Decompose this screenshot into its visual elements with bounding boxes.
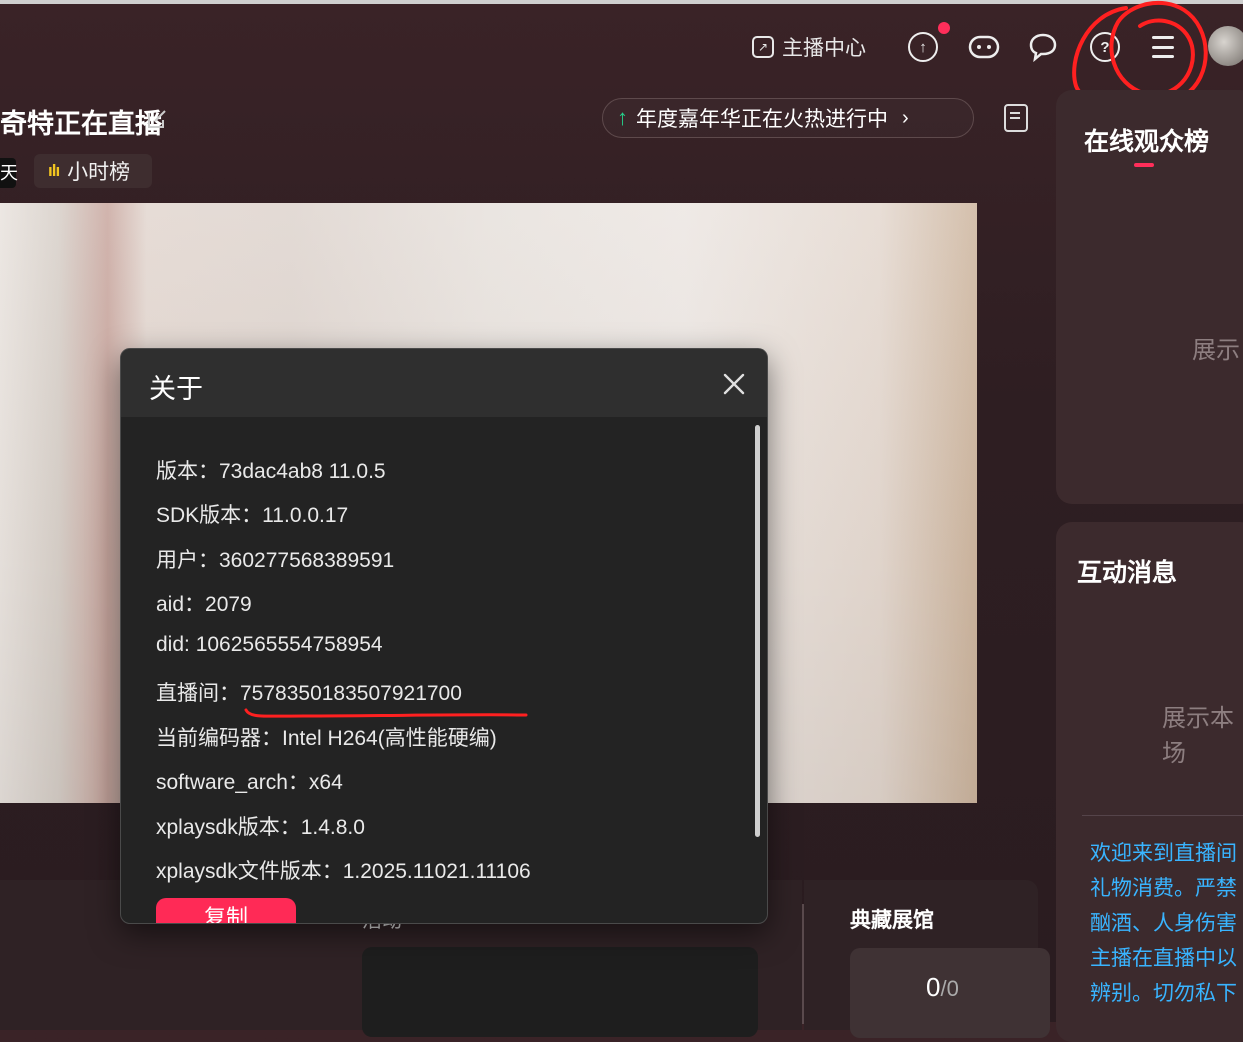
collection-title: 典藏展馆 xyxy=(850,909,934,932)
hour-rank-label: 小时榜 xyxy=(67,161,131,184)
upload-icon[interactable]: ↑ xyxy=(908,32,938,62)
copy-button[interactable]: 复制 xyxy=(156,898,296,923)
version-line: 版本：73dac4ab8 11.0.5 xyxy=(156,460,386,483)
tab-indicator xyxy=(1134,163,1154,167)
collection-count-total: /0 xyxy=(940,976,959,1001)
chevron-right-icon: › xyxy=(902,106,909,129)
dialog-scrollbar[interactable] xyxy=(755,425,760,837)
dialog-header: 关于 xyxy=(121,349,767,417)
document-icon[interactable] xyxy=(1004,104,1028,132)
event-banner-text: 年度嘉年华正在火热进行中 xyxy=(636,108,888,131)
viewers-placeholder: 展示 xyxy=(1192,337,1240,364)
encoder-line: 当前编码器：Intel H264(高性能硬编) xyxy=(156,727,497,750)
did-line: did: 1062565554758954 xyxy=(156,633,383,656)
welcome-line: 欢迎来到直播间 xyxy=(1090,842,1237,865)
notification-dot xyxy=(938,22,950,34)
collection-count: 0/0 xyxy=(926,972,959,1003)
room-title: 奇特正在直播 xyxy=(0,109,162,139)
room-id-line: 直播间：7578350183507921700 xyxy=(156,682,462,705)
software-arch-line: software_arch：x64 xyxy=(156,771,343,794)
aid-line: aid：2079 xyxy=(156,593,252,616)
user-line: 用户：360277568389591 xyxy=(156,549,395,572)
edit-icon[interactable] xyxy=(146,108,168,130)
activity-area xyxy=(362,947,758,1037)
sdk-version-line: SDK版本：11.0.0.17 xyxy=(156,504,349,527)
annotation-red-underline xyxy=(244,708,528,718)
collection-panel: 典藏展馆 xyxy=(804,880,1050,1038)
about-dialog: 关于 版本：73dac4ab8 11.0.5 SDK版本：11.0.0.17 用… xyxy=(120,348,768,924)
divider xyxy=(1082,815,1243,816)
interaction-title: 互动消息 xyxy=(1077,559,1178,587)
welcome-notice: 欢迎来到直播间 礼物消费。严禁 酗酒、人身伤害 主播在直播中以 辨别。切勿私下 xyxy=(1090,836,1237,1011)
window-top-edge xyxy=(0,0,1243,4)
welcome-line: 辨别。切勿私下 xyxy=(1090,982,1237,1005)
message-icon[interactable] xyxy=(1028,32,1058,62)
arrow-up-icon: ↑ xyxy=(617,105,628,130)
event-banner[interactable]: ↑ 年度嘉年华正在火热进行中 › xyxy=(602,98,974,138)
interaction-placeholder: 展示本场 xyxy=(1162,705,1234,767)
xplaysdk-version-line: xplaysdk版本：1.4.8.0 xyxy=(156,816,365,839)
welcome-line: 酗酒、人身伤害 xyxy=(1090,912,1237,935)
dialog-title: 关于 xyxy=(149,374,203,404)
welcome-line: 主播在直播中以 xyxy=(1090,947,1237,970)
hour-rank-button[interactable]: ılı 小时榜 xyxy=(34,154,152,188)
chart-icon: ↗ xyxy=(752,36,774,58)
anchor-center-button[interactable]: ↗ 主播中心 xyxy=(752,30,866,64)
collection-count-value: 0 xyxy=(926,972,941,1002)
anchor-center-label: 主播中心 xyxy=(782,37,866,60)
xplaysdk-file-version-line: xplaysdk文件版本：1.2025.11021.11106 xyxy=(156,860,531,883)
game-controller-icon[interactable] xyxy=(968,32,1000,62)
viewers-title[interactable]: 在线观众榜 xyxy=(1084,122,1209,158)
bar-chart-icon: ılı xyxy=(48,161,60,180)
category-tag[interactable]: 天 xyxy=(0,158,18,188)
close-icon[interactable] xyxy=(719,369,749,399)
welcome-line: 礼物消费。严禁 xyxy=(1090,877,1237,900)
